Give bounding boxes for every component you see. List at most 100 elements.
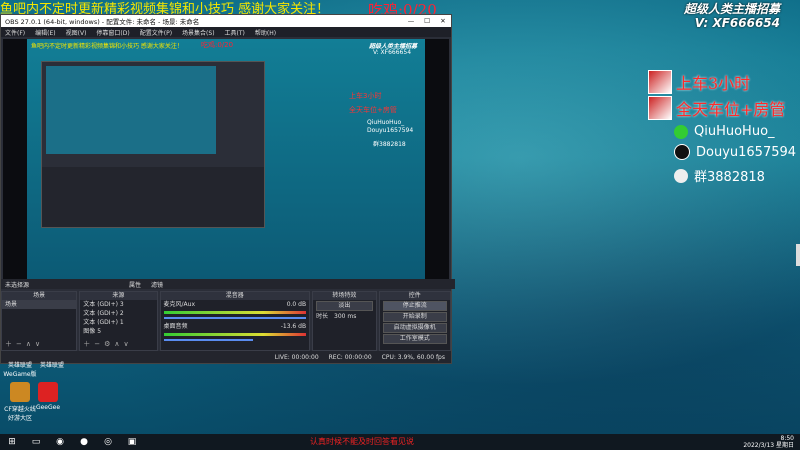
mixer-dock: 混音器 麦克风/Aux 0.0 dB 桌面音频 -13.6 dB [159,291,311,351]
task-view-icon[interactable]: ▭ [28,436,44,448]
mixer-track: 桌面音频 -13.6 dB [161,322,310,331]
source-item[interactable]: 文本 (GDI+) 3 [80,300,156,309]
obs-docks: 场景 场景 ＋−∧∨ 来源 文本 (GDI+) 3 文本 (GDI+) 2 文本… [1,291,451,351]
preview-line-3: QiuHuoHuo_ [367,119,405,126]
taskbar: ⊞ ▭ ◉ ● ◎ ▣ 认真时候不能及时回答看见说 8:50 2022/3/13… [0,434,800,450]
obs-menubar: 文件(F) 编辑(E) 视图(V) 停靠窗口(D) 配置文件(P) 场景集合(S… [1,27,451,37]
duration-label: 时长 [316,313,329,320]
mixer-track: 麦克风/Aux 0.0 dB [161,300,310,309]
live-timer: LIVE: 00:00:00 [274,353,319,361]
source-item[interactable]: 文本 (GDI+) 2 [80,309,156,318]
steam-icon[interactable]: ◎ [100,436,116,448]
obs-titlebar[interactable]: OBS 27.0.1 (64-bit, windows) - 配置文件: 未命名… [1,15,451,27]
obs-window[interactable]: OBS 27.0.1 (64-bit, windows) - 配置文件: 未命名… [0,14,455,364]
desktop-icon-lol[interactable]: 英雄联盟 [34,360,70,369]
overlay-line-3: QiuHuoHuo_ [674,124,775,139]
volume-meter [163,333,307,336]
track-level: 0.0 dB [286,301,307,308]
obs-icon[interactable]: ● [76,436,92,448]
start-recording-button[interactable]: 开始录制 [382,312,447,322]
avatar [648,70,672,94]
menu-help[interactable]: 帮助(H) [255,28,276,37]
menu-profile[interactable]: 配置文件(P) [140,28,172,37]
preview-line-4: Douyu1657594 [367,127,414,134]
side-handle[interactable] [796,244,800,266]
volume-meter [163,311,307,314]
properties-button[interactable]: 属性 [129,280,141,289]
menu-scene-collection[interactable]: 场景集合(S) [182,28,215,37]
source-item[interactable]: 图像 5 [80,327,156,336]
preview-line-1: 上车3小时 [349,92,382,100]
controls-dock: 控件 停止推流 开始录制 启动虚拟摄像机 工作室模式 [378,291,451,351]
close-icon[interactable]: ✕ [435,17,451,25]
track-name: 麦克风/Aux [163,301,195,308]
volume-slider[interactable] [163,339,253,341]
scenes-dock: 场景 场景 ＋−∧∨ [1,291,78,351]
menu-docks[interactable]: 停靠窗口(D) [96,28,129,37]
clock-time: 8:50 [780,435,794,442]
maximize-icon[interactable]: ☐ [419,17,435,25]
source-toolbar: 未选择源 属性 滤镜 [1,279,455,289]
sources-header: 来源 [80,292,157,300]
duration-input[interactable]: 300 ms [334,313,356,320]
filters-button[interactable]: 滤镜 [151,280,163,289]
obs-title: OBS 27.0.1 (64-bit, windows) - 配置文件: 未命名… [5,18,200,26]
tiktok-icon [674,144,690,160]
avatar [648,96,672,120]
preview-marquee: 鱼吧内不定时更新精彩视频集锦和小技巧 感谢大家关注！ [31,43,183,50]
menu-tools[interactable]: 工具(T) [225,28,245,37]
scene-tools[interactable]: ＋−∧∨ [5,339,44,349]
clock-date: 2022/3/13 星期日 [743,442,794,449]
track-level: -13.6 dB [280,323,307,330]
nested-obs-preview [41,61,265,228]
preview-line-2: 全天车位+房管 [349,106,397,114]
studio-mode-button[interactable]: 工作室模式 [382,334,447,344]
nested-panels [42,167,264,227]
sources-dock: 来源 文本 (GDI+) 3 文本 (GDI+) 2 文本 (GDI+) 1 图… [79,291,158,351]
preview-line-5: 群3882818 [373,141,406,148]
virtual-camera-button[interactable]: 启动虚拟摄像机 [382,323,447,333]
edge-icon[interactable]: ◉ [52,436,68,448]
qq-icon [674,168,688,183]
geegee-icon [38,382,58,402]
scenes-header: 场景 [2,292,77,300]
volume-slider[interactable] [163,317,307,319]
wechat-icon [674,124,688,139]
no-source-label: 未选择源 [5,281,30,289]
rec-timer: REC: 00:00:00 [328,353,372,361]
transitions-dock: 转场特效 淡出 时长 300 ms [312,291,377,351]
stop-stream-button[interactable]: 停止推流 [382,301,447,311]
windows-start-icon[interactable]: ⊞ [4,436,20,448]
desktop-icon-wegame[interactable]: 英雄联盟 WeGame版 [2,360,38,378]
brand-title: 超级人类主播招募 [683,2,780,16]
transition-select[interactable]: 淡出 [316,301,373,311]
game-icon[interactable]: ▣ [124,436,140,448]
brand-badge: 超级人类主播招募 V: XF666654 [684,2,780,30]
menu-edit[interactable]: 编辑(E) [35,28,55,37]
overlay-line-5: 群3882818 [674,166,765,185]
preview-brand-sub: V: XF666654 [373,49,412,56]
overlay-line-4: Douyu1657594 [674,144,796,160]
obs-preview[interactable]: 鱼吧内不定时更新精彩视频集锦和小技巧 感谢大家关注！ 吃鸡:0/20 超级人类主… [3,39,449,279]
brand-sub: V: XF666654 [694,16,780,30]
minimize-icon[interactable]: — [403,17,419,25]
system-clock[interactable]: 8:50 2022/3/13 星期日 [743,435,800,449]
duration-row: 时长 300 ms [313,312,376,321]
track-name: 桌面音频 [163,323,188,330]
cf-icon [10,382,30,402]
controls-header: 控件 [379,292,450,300]
overlay-line-2: 全天车位+房管 [648,96,785,120]
source-item[interactable]: 文本 (GDI+) 1 [80,318,156,327]
preview-kills: 吃鸡:0/20 [201,41,234,49]
transitions-header: 转场特效 [313,292,376,300]
menu-view[interactable]: 视图(V) [66,28,87,37]
desktop-icon-geegee[interactable]: GeeGee [30,382,66,411]
overlay-line-1: 上车3小时 [648,70,750,94]
menu-file[interactable]: 文件(F) [5,28,25,37]
source-tools[interactable]: ＋−⚙∧∨ [83,339,132,349]
bottom-ticker: 认真时候不能及时回答看见说 [310,437,414,446]
nested-canvas [46,66,216,154]
mixer-header: 混音器 [160,292,310,300]
cpu-status: CPU: 3.9%, 60.00 fps [381,353,445,361]
scene-item[interactable]: 场景 [2,300,77,309]
